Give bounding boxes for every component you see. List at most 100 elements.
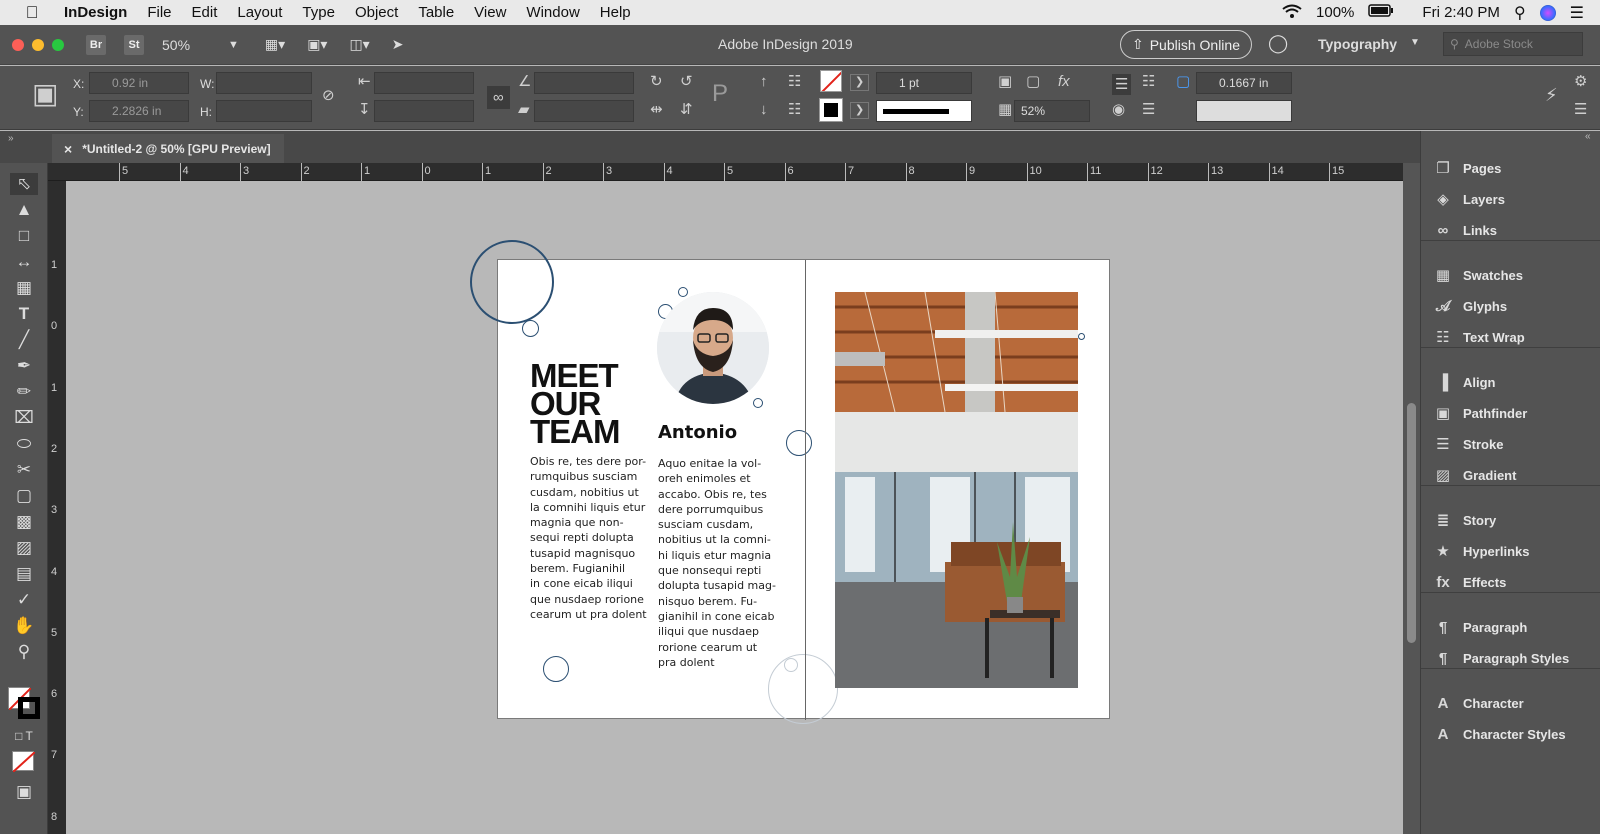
scale-x-icon[interactable]: ⇤ bbox=[358, 74, 371, 89]
decorative-circle[interactable] bbox=[470, 240, 554, 324]
collapse-panels-icon[interactable]: « bbox=[1585, 131, 1591, 142]
screen-mode-icon[interactable]: ▣▾ bbox=[307, 36, 327, 53]
decorative-circle[interactable] bbox=[678, 287, 688, 297]
panel-stroke[interactable]: ☰ Stroke bbox=[1433, 431, 1503, 457]
scale-y-field[interactable] bbox=[374, 100, 474, 122]
team-member-name[interactable]: Antonio bbox=[658, 422, 737, 443]
gradient-swatch-tool-icon[interactable]: ▩ bbox=[10, 511, 38, 533]
text-wrap-none-icon[interactable]: ☰ bbox=[1112, 74, 1132, 95]
pencil-tool-icon[interactable]: ✏ bbox=[10, 381, 38, 403]
free-transform-tool-icon[interactable]: ▢ bbox=[10, 485, 38, 507]
zoom-window-icon[interactable] bbox=[52, 38, 64, 51]
screen-mode-tool-icon[interactable]: ▣ bbox=[10, 781, 38, 803]
clock[interactable]: Fri 2:40 PM bbox=[1422, 4, 1500, 21]
close-window-icon[interactable] bbox=[12, 38, 24, 51]
arrange-documents-icon[interactable]: ◫▾ bbox=[349, 36, 369, 53]
eyedropper-tool-icon[interactable]: ✓ bbox=[10, 589, 38, 611]
quick-actions-icon[interactable]: ⚡ bbox=[1545, 86, 1558, 104]
close-tab-icon[interactable]: × bbox=[64, 141, 72, 157]
fill-menu-icon[interactable]: ❯ bbox=[850, 74, 870, 91]
stroke-menu-icon[interactable]: ❯ bbox=[850, 102, 870, 119]
notification-center-icon[interactable]: ☰ bbox=[1570, 3, 1584, 23]
wifi-icon[interactable] bbox=[1282, 4, 1302, 22]
path-type-icon[interactable]: P bbox=[712, 82, 728, 106]
hand-tool-icon[interactable]: ✋ bbox=[10, 615, 38, 637]
menu-help[interactable]: Help bbox=[590, 4, 641, 21]
pen-tool-icon[interactable]: ✒ bbox=[10, 355, 38, 377]
opacity-field[interactable]: 52% bbox=[1014, 100, 1090, 122]
scrollbar-thumb[interactable] bbox=[1407, 403, 1416, 643]
minimize-window-icon[interactable] bbox=[32, 38, 44, 51]
publish-online-button[interactable]: ⇧ Publish Online bbox=[1120, 30, 1252, 59]
y-position-field[interactable]: 2.2826 in bbox=[89, 100, 189, 122]
wrap-around-bbox-icon[interactable]: ☷ bbox=[1142, 74, 1155, 89]
zoom-tool-icon[interactable]: ⚲ bbox=[10, 641, 38, 663]
panel-pathfinder[interactable]: ▣ Pathfinder bbox=[1433, 400, 1527, 426]
width-field[interactable] bbox=[216, 72, 312, 94]
battery-icon[interactable] bbox=[1368, 4, 1394, 21]
decorative-circle[interactable] bbox=[786, 430, 812, 456]
selection-tool-icon[interactable]: ⬁ bbox=[10, 173, 38, 195]
corner-options-icon[interactable]: ▢ bbox=[1176, 74, 1190, 89]
decorative-circle[interactable] bbox=[1078, 333, 1085, 340]
menu-edit[interactable]: Edit bbox=[182, 4, 228, 21]
menu-file[interactable]: File bbox=[137, 4, 181, 21]
scale-x-field[interactable] bbox=[374, 72, 474, 94]
stroke-swatch[interactable] bbox=[819, 98, 843, 122]
decorative-circle[interactable] bbox=[784, 658, 798, 672]
spotlight-search-icon[interactable]: ⚲ bbox=[1514, 3, 1526, 23]
effects-fx-icon[interactable]: fx bbox=[1058, 74, 1070, 89]
gradient-feather-tool-icon[interactable]: ▨ bbox=[10, 537, 38, 559]
shear-angle-icon[interactable]: ▰ bbox=[518, 102, 530, 117]
menu-object[interactable]: Object bbox=[345, 4, 408, 21]
panel-character-styles[interactable]: A Character Styles bbox=[1433, 721, 1566, 747]
rotate-clockwise-icon[interactable]: ↻ bbox=[650, 74, 663, 89]
menu-layout[interactable]: Layout bbox=[227, 4, 292, 21]
vertical-ruler[interactable]: 1 0 1 2 3 4 5 6 7 8 bbox=[48, 181, 66, 834]
headline-meet-our-team[interactable]: MEET OUR TEAM bbox=[530, 359, 620, 448]
rotate-counterclockwise-icon[interactable]: ↺ bbox=[680, 74, 693, 89]
office-photo[interactable] bbox=[835, 292, 1078, 688]
shear-field[interactable] bbox=[534, 100, 634, 122]
panel-story[interactable]: ≣ Story bbox=[1433, 507, 1497, 533]
document-spread[interactable]: MEET OUR TEAM Obis re, tes dere por- rum… bbox=[470, 240, 1110, 724]
panel-paragraph[interactable]: ¶ Paragraph bbox=[1433, 614, 1527, 640]
menu-table[interactable]: Table bbox=[408, 4, 464, 21]
panel-swatches[interactable]: ▦ Swatches bbox=[1433, 262, 1523, 288]
opacity-icon[interactable]: ▦ bbox=[998, 102, 1012, 117]
corner-shape-dropdown[interactable] bbox=[1196, 100, 1292, 122]
rotation-angle-icon[interactable]: ∠ bbox=[518, 74, 531, 89]
collapse-tools-icon[interactable]: » bbox=[8, 133, 14, 144]
control-settings-icon[interactable]: ⚙ bbox=[1574, 74, 1587, 89]
control-menu-icon[interactable]: ☰ bbox=[1574, 102, 1587, 117]
apply-none-icon[interactable] bbox=[12, 751, 36, 773]
panel-hyperlinks[interactable]: ★ Hyperlinks bbox=[1433, 538, 1529, 564]
select-container-icon[interactable]: ↑ bbox=[760, 74, 768, 89]
note-tool-icon[interactable]: ▤ bbox=[10, 563, 38, 585]
menu-type[interactable]: Type bbox=[292, 4, 345, 21]
zoom-level[interactable]: 50% bbox=[162, 37, 190, 53]
jump-object-icon[interactable]: ☰ bbox=[1142, 102, 1155, 117]
reference-point-icon[interactable]: ▣ bbox=[32, 80, 59, 108]
panel-glyphs[interactable]: 𝒜 Glyphs bbox=[1433, 293, 1507, 319]
height-field[interactable] bbox=[216, 100, 312, 122]
decorative-circle[interactable] bbox=[543, 656, 569, 682]
stock-button[interactable]: St bbox=[124, 34, 144, 55]
select-next-icon[interactable]: ☷ bbox=[788, 102, 801, 117]
scale-y-icon[interactable]: ↧ bbox=[358, 102, 371, 117]
zoom-dropdown-icon[interactable]: ▼ bbox=[228, 39, 239, 51]
frame-fitting-icon[interactable]: ▣ bbox=[998, 74, 1012, 89]
panel-align[interactable]: ▐ Align bbox=[1433, 369, 1496, 395]
page-tool-icon[interactable]: □ bbox=[10, 225, 38, 247]
panel-pages[interactable]: ❐ Pages bbox=[1433, 155, 1501, 181]
lightbulb-icon[interactable]: ◯ bbox=[1268, 33, 1288, 54]
constrain-proportions-icon[interactable]: ⊘ bbox=[322, 88, 335, 103]
workspace-switcher[interactable]: Typography bbox=[1318, 36, 1397, 52]
x-position-field[interactable]: 0.92 in bbox=[89, 72, 189, 94]
panel-layers[interactable]: ◈ Layers bbox=[1433, 186, 1505, 212]
content-collector-icon[interactable]: ▦ bbox=[10, 277, 38, 299]
formatting-affects-icon[interactable]: □ T bbox=[10, 725, 38, 747]
body-text-column-1[interactable]: Obis re, tes dere por- rumquibus susciam… bbox=[530, 454, 648, 622]
menu-view[interactable]: View bbox=[464, 4, 516, 21]
bridge-button[interactable]: Br bbox=[86, 34, 106, 55]
